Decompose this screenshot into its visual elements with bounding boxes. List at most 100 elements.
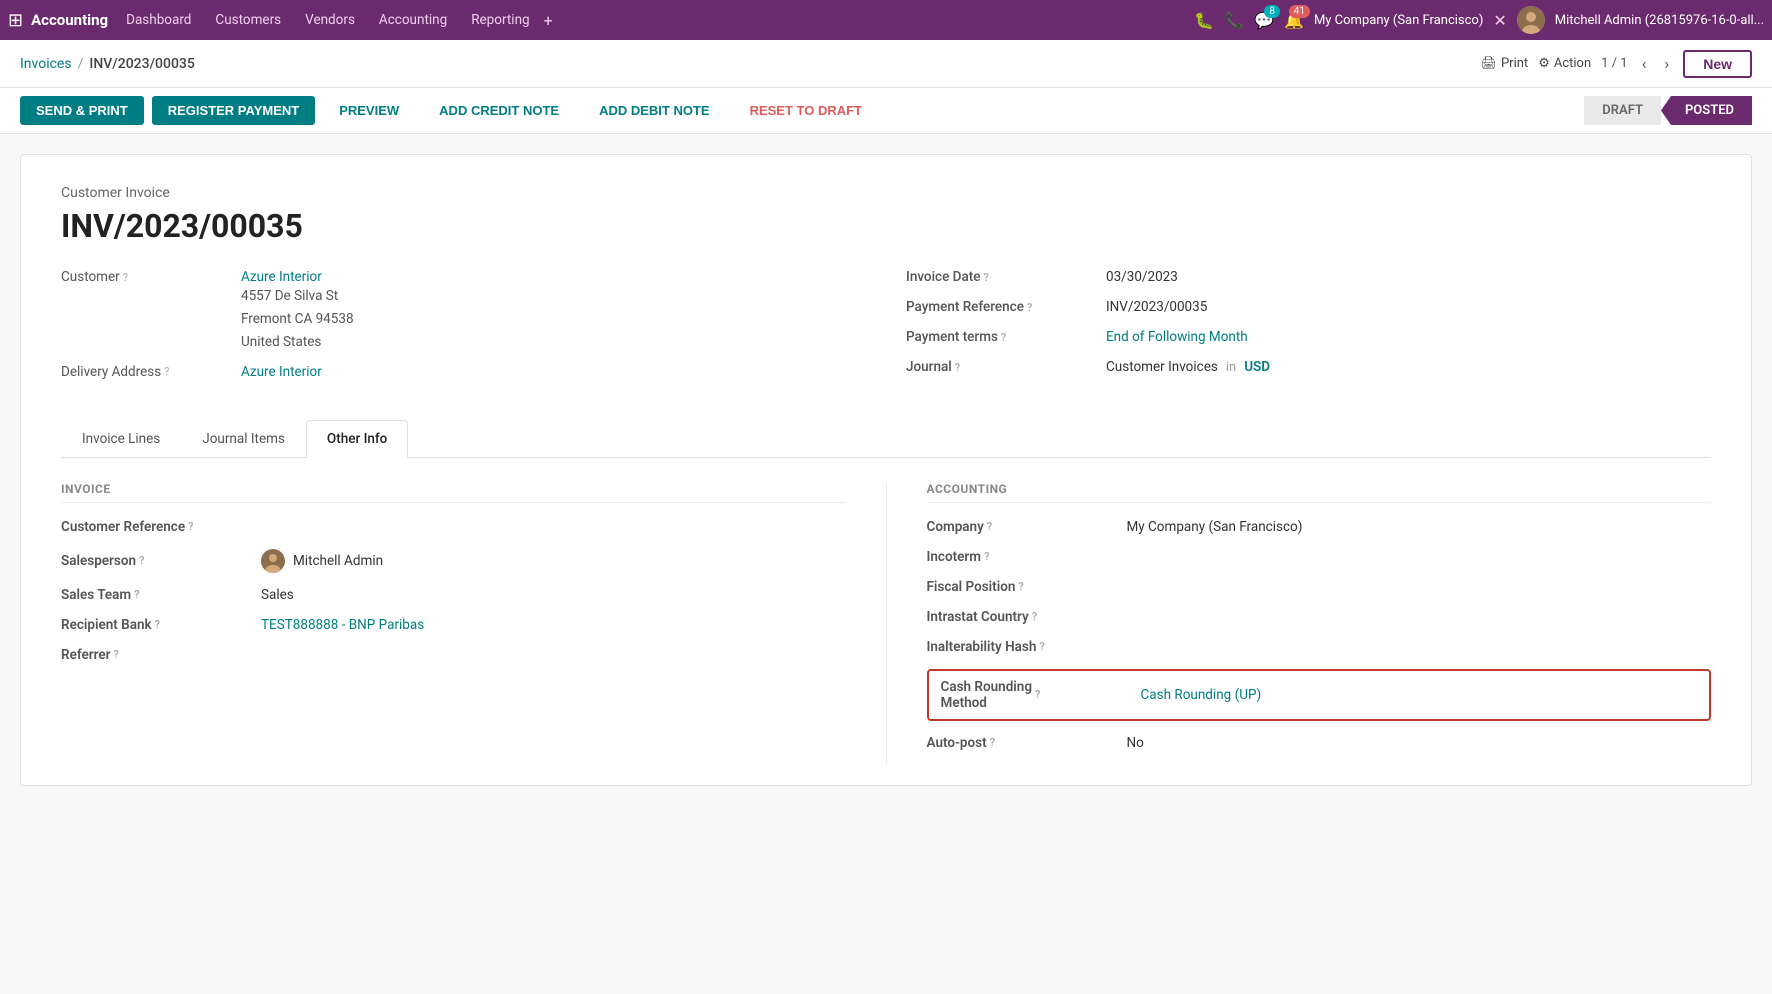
- next-page-button[interactable]: ›: [1660, 52, 1673, 75]
- preview-button[interactable]: PREVIEW: [323, 96, 415, 125]
- delivery-help-icon[interactable]: ?: [164, 365, 169, 378]
- company-label: Company ?: [927, 519, 1127, 535]
- company-help-icon[interactable]: ?: [987, 520, 992, 533]
- tab-journal-items[interactable]: Journal Items: [181, 420, 306, 458]
- customer-address: 4557 De Silva St Fremont CA 94538 United…: [241, 285, 354, 354]
- other-info-content: INVOICE Customer Reference ? Salesperson…: [61, 482, 1711, 765]
- incoterm-row: Incoterm ?: [927, 549, 1712, 565]
- incoterm-help-icon[interactable]: ?: [984, 550, 989, 563]
- company-value: My Company (San Francisco): [1127, 519, 1712, 535]
- inalterability-hash-help-icon[interactable]: ?: [1039, 640, 1044, 653]
- payment-terms-row: Payment terms ? End of Following Month: [906, 329, 1711, 345]
- invoice-type-label: Customer Invoice: [61, 185, 1711, 201]
- invoice-date-row: Invoice Date ? 03/30/2023: [906, 269, 1711, 285]
- inalterability-hash-label: Inalterability Hash ?: [927, 639, 1127, 655]
- main-content: Customer Invoice INV/2023/00035 Customer…: [0, 134, 1772, 806]
- print-button[interactable]: 🖨 Print: [1480, 56, 1528, 71]
- breadcrumb-parent[interactable]: Invoices: [20, 56, 72, 72]
- nav-customers[interactable]: Customers: [205, 12, 291, 28]
- journal-label: Journal ?: [906, 359, 1106, 375]
- status-posted: POSTED: [1661, 96, 1752, 125]
- chat-badge: 8: [1264, 5, 1280, 18]
- journal-currency-prefix: in: [1226, 360, 1236, 375]
- salesperson-row: Salesperson ? Mitchell Admin: [61, 549, 846, 573]
- phone-icon[interactable]: 📞: [1224, 11, 1244, 30]
- register-payment-button[interactable]: REGISTER PAYMENT: [152, 96, 315, 125]
- reset-to-draft-button[interactable]: RESET TO DRAFT: [734, 96, 878, 125]
- customer-reference-row: Customer Reference ?: [61, 519, 846, 535]
- customer-ref-help-icon[interactable]: ?: [188, 520, 193, 533]
- delivery-link[interactable]: Azure Interior: [241, 364, 322, 380]
- invoice-section: INVOICE Customer Reference ? Salesperson…: [61, 482, 887, 765]
- new-button[interactable]: New: [1683, 50, 1752, 78]
- referrer-help-icon[interactable]: ?: [113, 648, 118, 661]
- payment-terms-link[interactable]: End of Following Month: [1106, 329, 1248, 345]
- recipient-bank-link[interactable]: TEST888888 - BNP Paribas: [261, 617, 424, 633]
- breadcrumb-bar: Invoices / INV/2023/00035 🖨 Print ⚙ Acti…: [0, 40, 1772, 88]
- invoice-section-title: INVOICE: [61, 482, 846, 503]
- journal-help-icon[interactable]: ?: [955, 361, 960, 374]
- send-print-button[interactable]: SEND & PRINT: [20, 96, 144, 125]
- customer-link[interactable]: Azure Interior: [241, 269, 322, 285]
- cash-rounding-link[interactable]: Cash Rounding (UP): [1141, 687, 1262, 703]
- accounting-section-title: ACCOUNTING: [927, 482, 1712, 503]
- bell-icon[interactable]: 🔔 41: [1284, 11, 1304, 30]
- nav-reporting[interactable]: Reporting: [461, 12, 539, 28]
- journal-value: Customer Invoices in USD: [1106, 359, 1270, 375]
- action-bar: SEND & PRINT REGISTER PAYMENT PREVIEW AD…: [0, 88, 1772, 134]
- journal-currency[interactable]: USD: [1244, 359, 1270, 375]
- app-grid-icon[interactable]: ⊞: [8, 10, 23, 31]
- invoice-number: INV/2023/00035: [61, 207, 1711, 245]
- intrastat-country-help-icon[interactable]: ?: [1032, 610, 1037, 623]
- payment-ref-label: Payment Reference ?: [906, 299, 1106, 315]
- status-draft: DRAFT: [1584, 96, 1661, 125]
- company-label[interactable]: My Company (San Francisco): [1314, 13, 1483, 28]
- payment-ref-row: Payment Reference ? INV/2023/00035: [906, 299, 1711, 315]
- payment-ref-help-icon[interactable]: ?: [1027, 301, 1032, 314]
- cash-rounding-value[interactable]: Cash Rounding (UP): [1141, 687, 1698, 703]
- invoice-card: Customer Invoice INV/2023/00035 Customer…: [20, 154, 1752, 786]
- settings-icon[interactable]: ✕: [1493, 11, 1506, 30]
- invoice-date-help-icon[interactable]: ?: [984, 271, 989, 284]
- auto-post-help-icon[interactable]: ?: [990, 736, 995, 749]
- payment-terms-value: End of Following Month: [1106, 329, 1248, 345]
- salesperson-avatar: [261, 549, 285, 573]
- inalterability-hash-row: Inalterability Hash ?: [927, 639, 1712, 655]
- add-credit-note-button[interactable]: ADD CREDIT NOTE: [423, 96, 575, 125]
- auto-post-label: Auto-post ?: [927, 735, 1127, 751]
- tab-other-info[interactable]: Other Info: [306, 420, 408, 458]
- debug-icon[interactable]: 🐛: [1194, 11, 1214, 30]
- brand-label: Accounting: [31, 11, 108, 29]
- auto-post-value: No: [1127, 735, 1712, 751]
- breadcrumb-separator: /: [78, 56, 84, 72]
- nav-dashboard[interactable]: Dashboard: [116, 12, 201, 28]
- customer-help-icon[interactable]: ?: [123, 271, 128, 284]
- fiscal-position-help-icon[interactable]: ?: [1018, 580, 1023, 593]
- salesperson-help-icon[interactable]: ?: [139, 554, 144, 567]
- breadcrumb-current: INV/2023/00035: [89, 56, 194, 72]
- avatar[interactable]: [1517, 6, 1545, 34]
- action-button[interactable]: ⚙ Action: [1538, 56, 1591, 71]
- delivery-value: Azure Interior: [241, 364, 322, 380]
- sales-team-help-icon[interactable]: ?: [134, 588, 139, 601]
- customer-value: Azure Interior 4557 De Silva St Fremont …: [241, 269, 354, 354]
- add-menu-button[interactable]: +: [544, 11, 553, 30]
- chat-icon[interactable]: 💬 8: [1254, 11, 1274, 30]
- add-debit-note-button[interactable]: ADD DEBIT NOTE: [583, 96, 726, 125]
- status-bar: DRAFT POSTED: [1584, 96, 1752, 125]
- customer-field-row: Customer ? Azure Interior 4557 De Silva …: [61, 269, 866, 354]
- recipient-bank-help-icon[interactable]: ?: [155, 618, 160, 631]
- recipient-bank-label: Recipient Bank ?: [61, 617, 261, 633]
- nav-vendors[interactable]: Vendors: [295, 12, 365, 28]
- tab-invoice-lines[interactable]: Invoice Lines: [61, 420, 181, 458]
- prev-page-button[interactable]: ‹: [1638, 52, 1651, 75]
- referrer-row: Referrer ?: [61, 647, 846, 663]
- invoice-header: Customer ? Azure Interior 4557 De Silva …: [61, 269, 1711, 390]
- payment-terms-help-icon[interactable]: ?: [1001, 331, 1006, 344]
- pagination-label: 1 / 1: [1601, 56, 1627, 71]
- delivery-field-row: Delivery Address ? Azure Interior: [61, 364, 866, 380]
- nav-accounting[interactable]: Accounting: [369, 12, 457, 28]
- cash-rounding-help-icon[interactable]: ?: [1035, 688, 1040, 701]
- recipient-bank-value: TEST888888 - BNP Paribas: [261, 617, 846, 633]
- cash-rounding-field: Cash RoundingMethod ? Cash Rounding (UP): [927, 669, 1712, 721]
